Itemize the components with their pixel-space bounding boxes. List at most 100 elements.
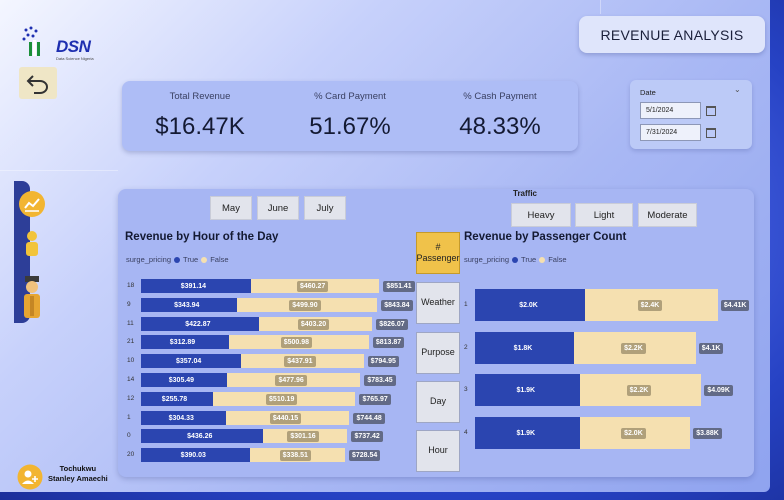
bar-total-label: $737.42 <box>351 431 383 443</box>
y-tick-label: 11 <box>127 319 134 327</box>
y-tick-label: 18 <box>127 282 135 289</box>
view-button-day[interactable]: Day <box>416 381 460 423</box>
y-tick-label: 12 <box>127 394 135 402</box>
y-tick-label: 2 <box>464 343 468 351</box>
bar-total-label: $851.41 <box>383 281 415 292</box>
bar-total-label: $4.09K <box>704 385 733 396</box>
legend-title: surge_pricing <box>126 255 172 264</box>
bar-total-label: $765.97 <box>359 393 391 405</box>
logo-text: DSN <box>56 37 91 56</box>
user-name: Tochukwu Stanley Amaechi <box>48 464 108 484</box>
y-tick-label: 14 <box>127 376 135 383</box>
user-first-name: Tochukwu <box>59 464 97 473</box>
bar-false-label: $2.2K <box>626 385 652 396</box>
legend-true-dot <box>512 256 519 263</box>
kpi-value: $16.47K <box>155 113 245 140</box>
legend-true-label: True <box>521 255 537 264</box>
bar-true-label: $255.78 <box>161 395 188 403</box>
kpi-label: Total Revenue <box>169 91 231 102</box>
passenger-chart-title: Revenue by Passenger Count <box>464 231 627 243</box>
bar-false-label: $510.19 <box>266 393 298 405</box>
person-yellow-icon[interactable] <box>18 230 46 258</box>
month-button-june[interactable]: June <box>257 196 299 220</box>
bar-total-label: $728.54 <box>348 450 381 462</box>
bar-total-label: $3.88K <box>693 427 722 439</box>
bar-false-label: $500.98 <box>280 337 313 349</box>
bar-total-label: $843.84 <box>381 299 413 311</box>
kpi-value: 51.67% <box>309 113 391 140</box>
hour-chart-legend: surge_pricing True False <box>126 255 229 264</box>
month-button-may[interactable]: May <box>210 196 252 220</box>
kpi-value: 48.33% <box>459 113 541 140</box>
user-last-name: Stanley Amaechi <box>48 474 108 483</box>
bar-total-label: $4.1K <box>698 342 724 354</box>
dsn-logo: DSN Data Science Nigeria <box>20 24 94 64</box>
traffic-label: Traffic <box>513 189 538 198</box>
bar-true-label: $436.26 <box>187 433 213 441</box>
y-tick-label: 9 <box>127 300 131 308</box>
bar-true-label: $357.04 <box>175 358 202 366</box>
officer-icon[interactable] <box>18 274 46 320</box>
bar-false-label: $2.0K <box>621 427 646 439</box>
page-title: REVENUE ANALYSIS <box>579 16 765 53</box>
bar-total-label: $783.45 <box>364 375 396 386</box>
bar-true-label: $391.14 <box>180 283 207 290</box>
bar-false-label: $440.15 <box>269 412 302 424</box>
kpi-label: % Card Payment <box>314 91 386 102</box>
decor-line <box>600 0 601 14</box>
bar-true-label: $1.9K <box>516 387 536 394</box>
bar-false-label: $477.96 <box>275 375 307 386</box>
y-tick-label: 4 <box>464 428 468 436</box>
view-button-hour[interactable]: Hour <box>416 430 460 472</box>
date-start-input[interactable]: 5/1/2024 <box>640 102 701 119</box>
back-button[interactable] <box>19 67 57 99</box>
bar-total-label: $4.41K <box>720 300 750 311</box>
view-button-purpose[interactable]: Purpose <box>416 332 460 374</box>
bar-false-label: $2.4K <box>637 300 663 311</box>
bar-total-label: $794.95 <box>367 356 399 368</box>
date-end-input[interactable]: 7/31/2024 <box>640 124 701 141</box>
view-button-passenger[interactable]: # Passenger <box>416 232 460 274</box>
traffic-button-heavy[interactable]: Heavy <box>511 203 571 227</box>
legend-true-label: True <box>183 255 199 264</box>
bar-false-label: $437.91 <box>284 356 316 368</box>
y-tick-label: 3 <box>464 386 468 393</box>
bar-false-label: $499.90 <box>289 299 321 311</box>
bar-total-label: $744.48 <box>353 412 385 424</box>
date-label: Date <box>640 88 656 97</box>
chevron-down-icon[interactable]: ⌄ <box>734 85 741 94</box>
bar-total-label: $826.07 <box>376 318 408 330</box>
logo-dots-icon <box>22 26 40 56</box>
bar-true-label: $1.8K <box>513 344 533 352</box>
y-tick-label: 20 <box>127 451 135 459</box>
y-tick-label: 21 <box>127 338 135 346</box>
calendar-icon[interactable] <box>706 106 716 116</box>
legend-title: surge_pricing <box>464 255 510 264</box>
bar-false-label: $338.51 <box>279 450 311 462</box>
logo-subtitle: Data Science Nigeria <box>56 56 94 61</box>
bar-true-label: $390.03 <box>180 452 206 460</box>
legend-false-label: False <box>210 255 229 264</box>
y-tick-label: 1 <box>127 413 131 421</box>
bar-true-label: $2.0K <box>519 302 538 309</box>
add-user-icon[interactable] <box>17 464 43 490</box>
passenger-chart-legend: surge_pricing True False <box>464 255 567 264</box>
bar-false-label: $403.20 <box>297 318 330 330</box>
bar-true-label: $312.89 <box>169 339 196 347</box>
hour-chart-title: Revenue by Hour of the Day <box>125 231 279 243</box>
decor-line <box>0 170 118 171</box>
legend-true-dot <box>174 256 181 263</box>
y-tick-label: 1 <box>464 301 468 308</box>
month-button-july[interactable]: July <box>304 196 346 220</box>
bar-false-label: $301.16 <box>287 431 319 443</box>
line-chart-icon[interactable] <box>18 190 46 218</box>
view-button-weather[interactable]: Weather <box>416 282 460 324</box>
traffic-button-light[interactable]: Light <box>575 203 633 227</box>
bar-false-label: $460.27 <box>296 281 329 292</box>
traffic-button-moderate[interactable]: Moderate <box>638 203 697 227</box>
legend-false-dot <box>539 256 546 263</box>
date-slicer: Date ⌄ 5/1/2024 7/31/2024 <box>630 80 752 149</box>
calendar-icon[interactable] <box>706 128 716 138</box>
bar-true-label: $422.87 <box>185 320 211 328</box>
legend-false-dot <box>201 256 208 263</box>
